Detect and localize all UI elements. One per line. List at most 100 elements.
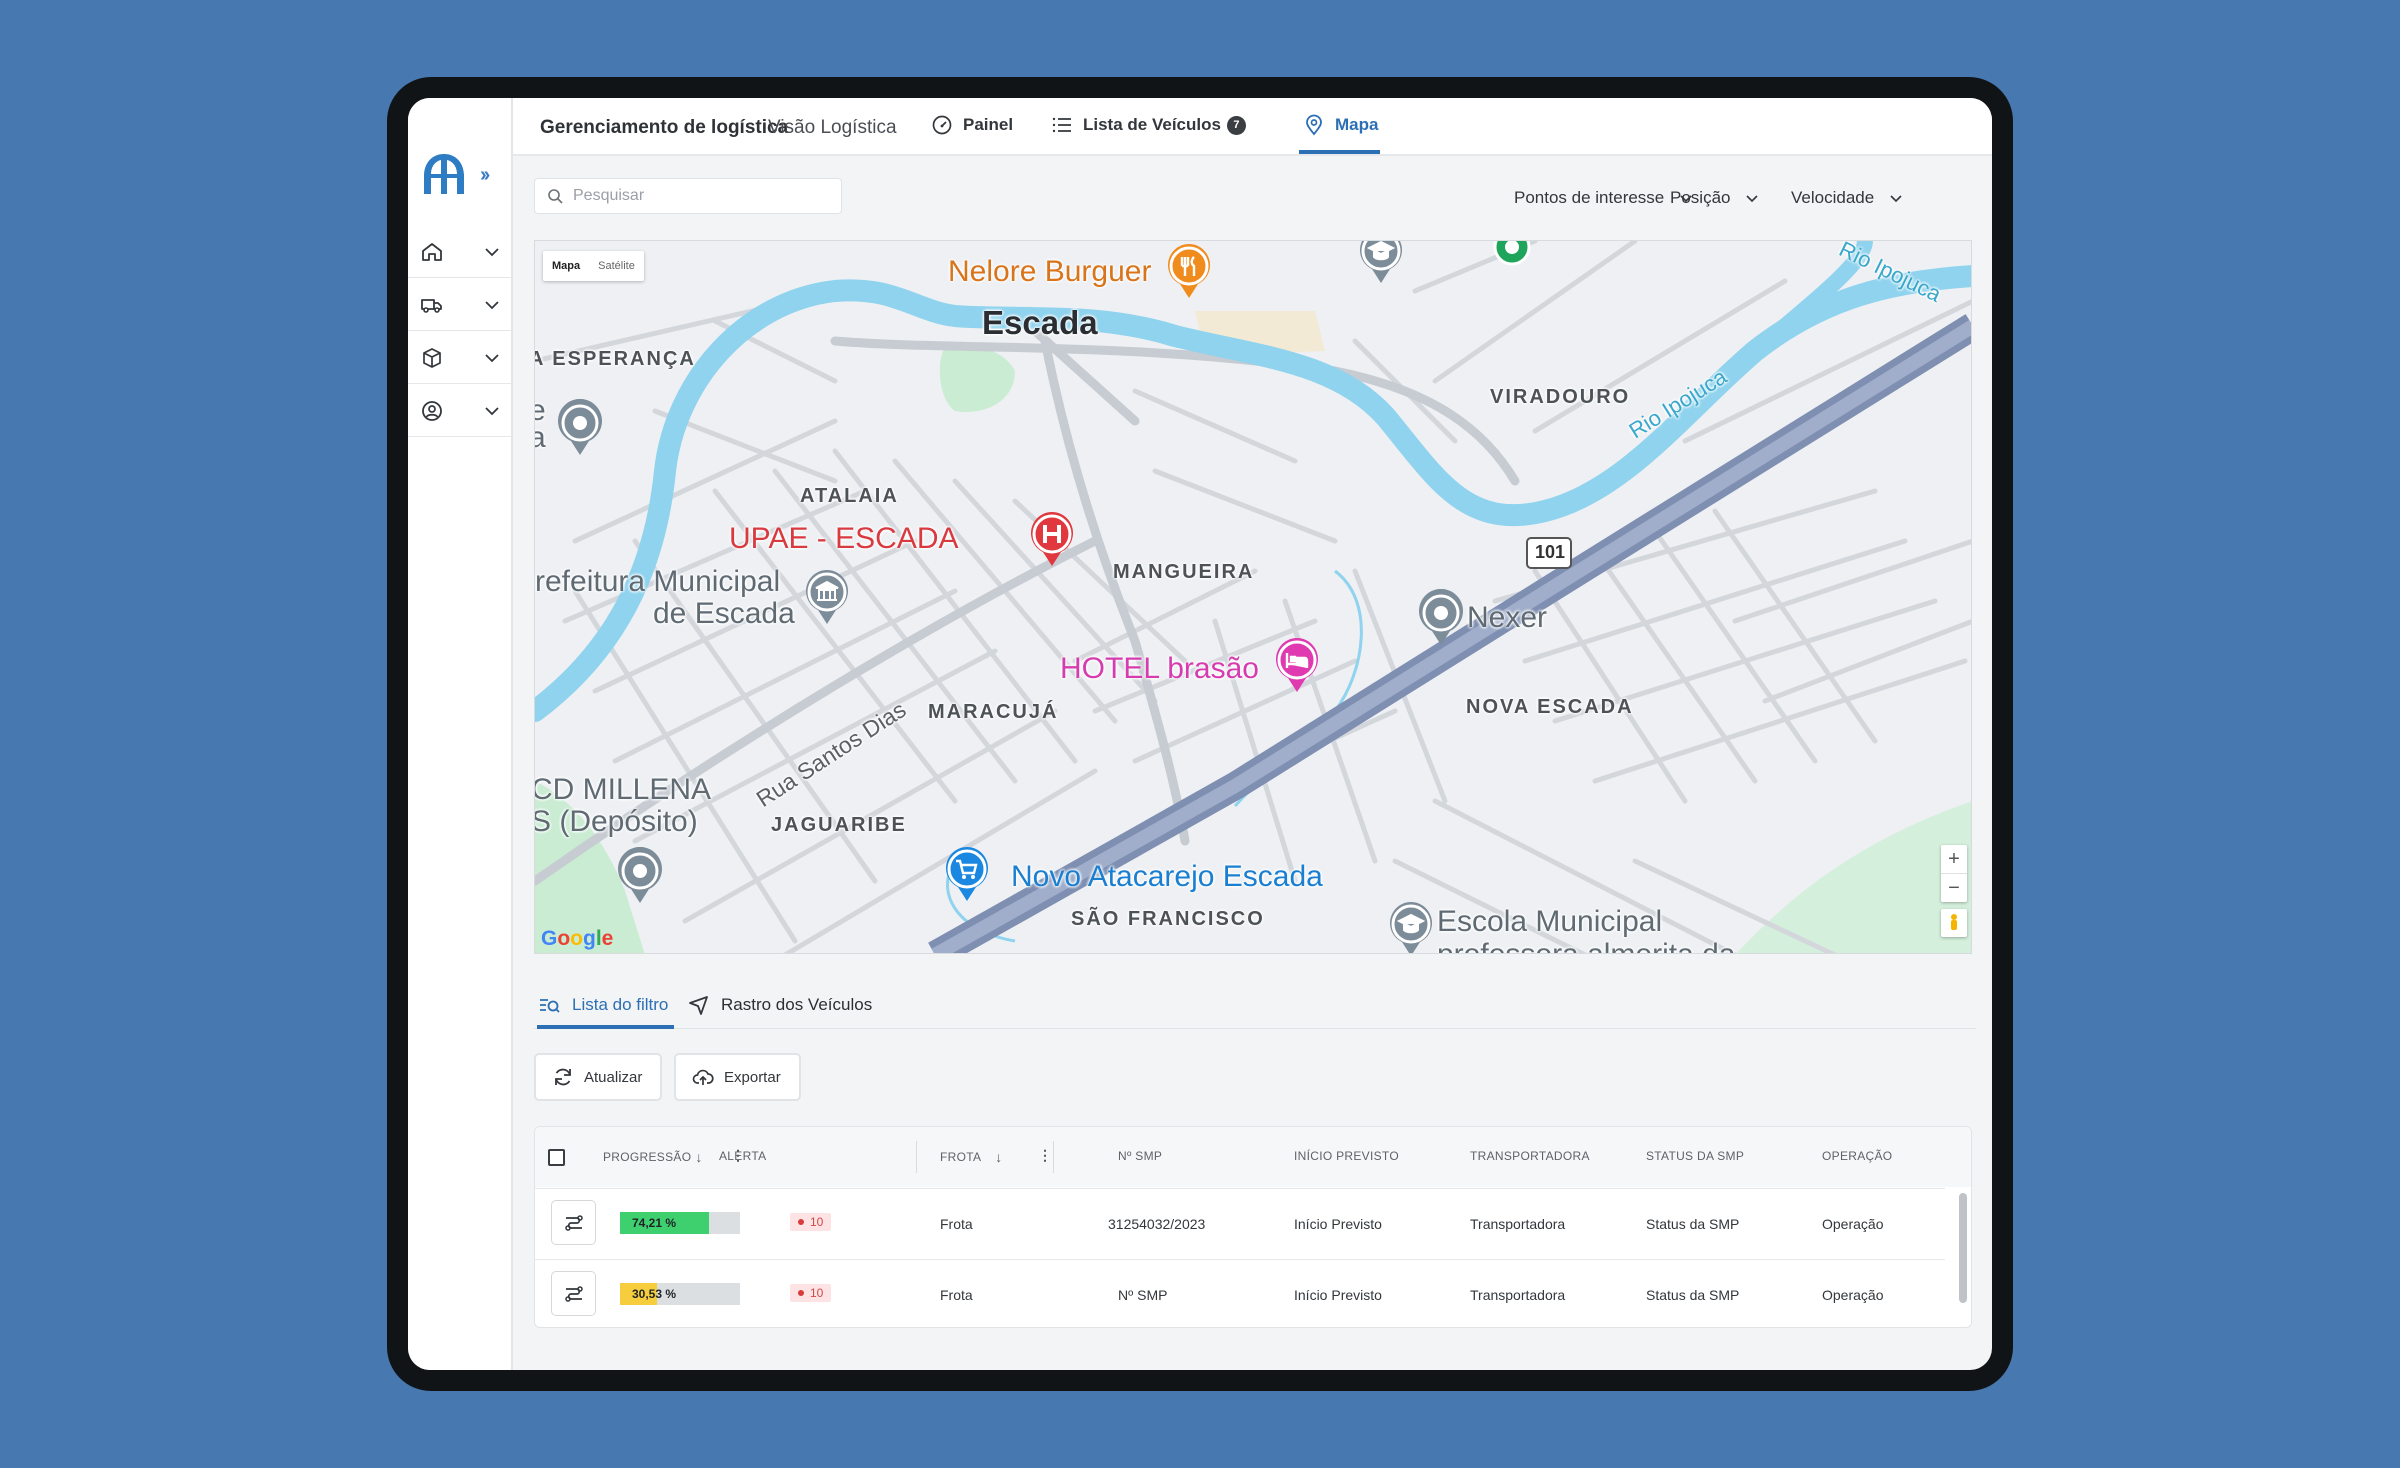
neighborhood-label: MARACUJÁ (928, 701, 1059, 723)
alert-badge[interactable]: 10 (790, 1213, 832, 1231)
table-row[interactable]: 30,53 % 10 Frota Nº SMP Início Previsto … (535, 1259, 1945, 1327)
filter-posicao[interactable]: Posição (1670, 188, 1760, 208)
route-button[interactable] (551, 1271, 596, 1316)
neighborhood-label: JAGUARIBE (771, 814, 907, 836)
poi-label-escola[interactable]: professora almerita da (1437, 938, 1735, 953)
city-label: Escada (982, 304, 1098, 341)
alert-badge[interactable]: 10 (790, 1284, 832, 1302)
column-smp-number[interactable]: Nº SMP (1118, 1149, 1162, 1163)
poi-label-hotel[interactable]: HOTEL brasão (1060, 652, 1259, 686)
export-button[interactable]: Exportar (674, 1053, 801, 1101)
navigation-arrow-icon (689, 996, 708, 1015)
vehicle-marker[interactable] (1485, 240, 1539, 279)
progress-bar: 30,53 % (620, 1283, 740, 1305)
restaurant-icon[interactable] (1163, 244, 1215, 302)
route-icon (565, 1215, 583, 1231)
table-scrollbar[interactable] (1959, 1193, 1967, 1303)
company-logo[interactable] (420, 150, 468, 198)
operation-cell: Operação (1822, 1216, 1884, 1232)
progress-value: 74,21 % (632, 1216, 677, 1230)
vehicle-marker[interactable] (613, 847, 667, 907)
poi-label-prefeitura[interactable]: de Escada (653, 597, 795, 631)
smp-status-cell: Status da SMP (1646, 1287, 1740, 1303)
tab-rastro-veiculos-label: Rastro dos Veículos (721, 995, 873, 1014)
government-building-icon[interactable] (801, 570, 853, 628)
filter-pontos-interesse[interactable]: Pontos de interesse (1514, 188, 1694, 208)
tab-mapa[interactable]: Mapa (1303, 114, 1378, 136)
column-menu-icon[interactable]: ⋮ (1038, 1147, 1052, 1164)
zoom-out-button[interactable]: − (1941, 874, 1967, 902)
filter-velocidade[interactable]: Velocidade (1791, 188, 1904, 208)
sidebar-item-home[interactable] (408, 226, 511, 278)
column-carrier[interactable]: TRANSPORTADORA (1470, 1149, 1590, 1163)
tab-lista-veiculos[interactable]: Lista de Veículos 7 (1051, 114, 1246, 136)
chevron-down-icon[interactable] (482, 401, 502, 421)
map-type-satellite[interactable]: Satélite (589, 260, 644, 272)
start-cell: Início Previsto (1294, 1287, 1382, 1303)
column-smp-status[interactable]: STATUS DA SMP (1646, 1149, 1744, 1163)
progress-bar: 74,21 % (620, 1212, 740, 1234)
column-fleet[interactable]: FROTA ↓ (940, 1149, 1003, 1165)
column-divider (916, 1141, 917, 1173)
vehicle-marker[interactable] (553, 399, 607, 459)
zoom-in-button[interactable]: + (1941, 845, 1967, 873)
school-icon[interactable] (1385, 902, 1437, 954)
sidebar-item-packages[interactable] (408, 332, 511, 384)
school-icon[interactable] (1355, 240, 1407, 287)
search-input[interactable] (573, 185, 823, 207)
column-start[interactable]: INÍCIO PREVISTO (1294, 1149, 1399, 1163)
operation-cell: Operação (1822, 1287, 1884, 1303)
hotel-icon[interactable] (1271, 638, 1323, 696)
poi-label-hospital[interactable]: UPAE - ESCADA (729, 522, 959, 556)
expand-sidebar-icon[interactable]: ›› (480, 164, 490, 187)
poi-label-deposito[interactable]: S (Depósito) (535, 805, 698, 839)
poi-label-restaurant[interactable]: Nelore Burguer (948, 255, 1151, 289)
tab-lista-veiculos-label: Lista de Veículos (1083, 115, 1221, 134)
hospital-icon[interactable] (1026, 512, 1078, 570)
map-type-map[interactable]: Mapa (543, 260, 589, 272)
tab-lista-filtro[interactable]: Lista do filtro (538, 994, 668, 1016)
street-view-pegman-icon[interactable] (1941, 909, 1967, 937)
chevron-down-icon (1746, 195, 1759, 203)
tab-painel[interactable]: Painel (931, 114, 1013, 136)
refresh-button[interactable]: Atualizar (534, 1053, 663, 1101)
chevron-down-icon[interactable] (482, 242, 502, 262)
chevron-down-icon[interactable] (482, 295, 502, 315)
vehicle-marker[interactable] (1414, 589, 1468, 649)
column-progress[interactable]: PROGRESSÃO ↓ (603, 1149, 703, 1165)
sidebar-item-account[interactable] (408, 385, 511, 437)
shopping-cart-icon[interactable] (941, 847, 993, 905)
tab-rastro-veiculos[interactable]: Rastro dos Veículos (687, 994, 872, 1016)
refresh-button-label: Atualizar (584, 1068, 643, 1086)
tab-mapa-label: Mapa (1335, 115, 1379, 134)
poi-label-nexer[interactable]: Nexer (1467, 601, 1547, 635)
list-icon (1052, 117, 1071, 133)
poi-label-atacarejo[interactable]: Novo Atacarejo Escada (1011, 860, 1323, 894)
sort-arrow-icon: ↓ (695, 1149, 703, 1165)
chevron-down-icon[interactable] (482, 348, 502, 368)
table-row[interactable]: 74,21 % 10 Frota 31254032/2023 Início Pr… (535, 1188, 1945, 1258)
home-icon (422, 243, 442, 261)
smp-number-cell: Nº SMP (1118, 1287, 1168, 1303)
google-logo: Google (541, 927, 614, 950)
map-view[interactable]: Nelore Burguer Escada A ESPERANÇA VIRADO… (534, 240, 1972, 954)
vehicle-table: PROGRESSÃO ↓ ⋮ ALERTA FROTA ↓ ⋮ Nº SMP INÍ… (534, 1126, 1972, 1328)
neighborhood-label: NOVA ESCADA (1466, 696, 1634, 718)
sidebar: ›› (408, 98, 513, 1370)
column-operation[interactable]: OPERAÇÃO (1822, 1149, 1892, 1163)
poi-label-deposito[interactable]: CD MILLENA (535, 773, 711, 807)
route-button[interactable] (551, 1200, 596, 1245)
poi-label-prefeitura[interactable]: refeitura Municipal (535, 565, 780, 599)
filter-label: Velocidade (1791, 188, 1875, 207)
map-type-toggle[interactable]: Mapa Satélite (543, 251, 644, 281)
gauge-icon (932, 115, 952, 135)
sidebar-item-vehicles[interactable] (408, 279, 511, 331)
select-all-checkbox[interactable] (548, 1149, 565, 1166)
search-icon (548, 189, 563, 204)
poi-label-edge: a (535, 421, 546, 455)
cloud-upload-icon (692, 1069, 714, 1085)
route-icon (565, 1286, 583, 1302)
column-alert[interactable]: ALERTA (719, 1149, 766, 1163)
search-box[interactable] (534, 178, 842, 214)
poi-label-escola[interactable]: Escola Municipal (1437, 905, 1662, 939)
